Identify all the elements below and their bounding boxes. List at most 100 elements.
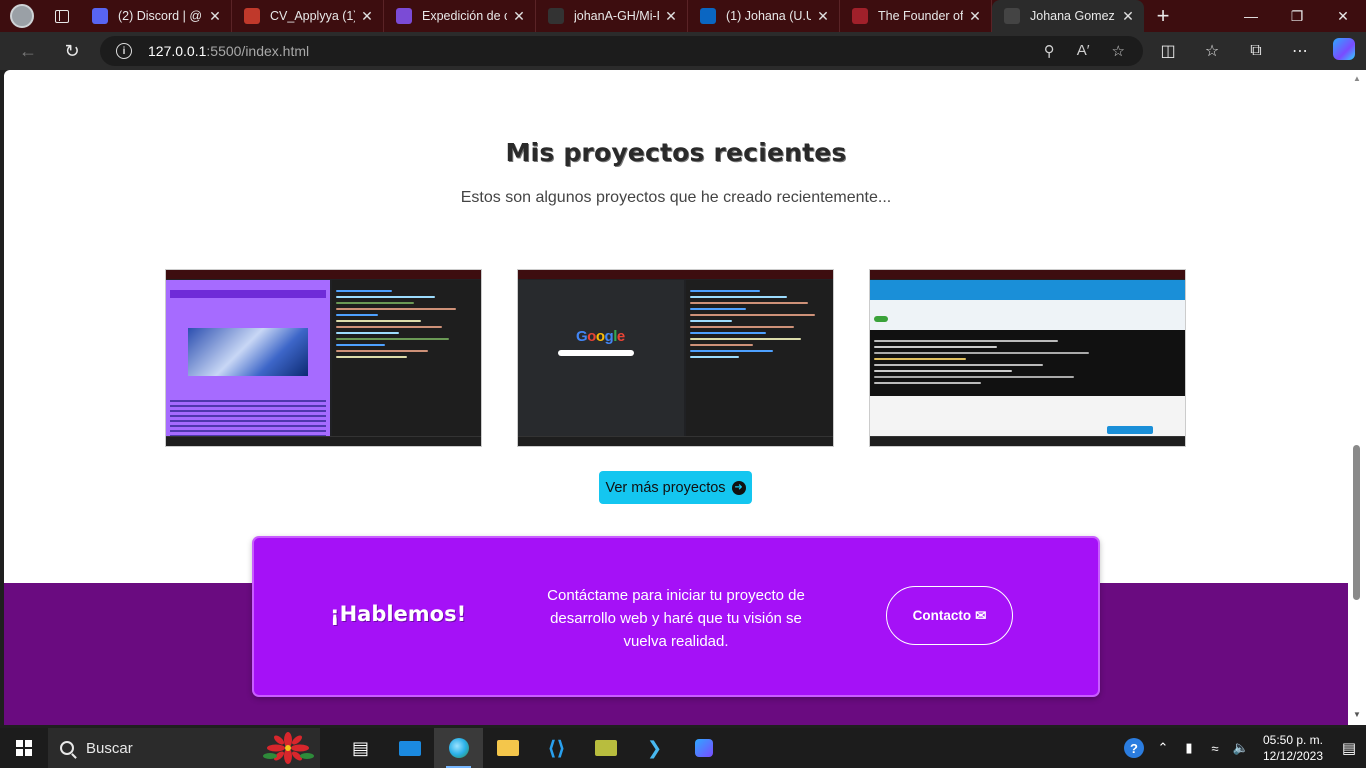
tab-title: (2) Discord | @B [118, 9, 203, 23]
help-icon[interactable]: ? [1124, 738, 1144, 758]
game-app-icon[interactable] [581, 728, 630, 768]
wifi-icon[interactable]: ≈ [1202, 741, 1228, 756]
browser-toolbar: ← ↻ i 127.0.0.1:5500/index.html ⚲ A′ ☆ ◫… [0, 32, 1366, 70]
copilot-taskbar-icon[interactable] [679, 728, 728, 768]
close-tab-icon[interactable]: ✕ [815, 8, 831, 25]
start-button[interactable] [0, 728, 48, 768]
browser-tab[interactable]: Johana Gomez ✕ [992, 0, 1144, 32]
tab-title: johanA-GH/Mi-F [574, 9, 659, 23]
vscode-icon[interactable]: ⟨⟩ [532, 728, 581, 768]
battery-icon[interactable]: ▮ [1176, 740, 1202, 756]
paizacloud-logo [1107, 426, 1153, 434]
new-tab-button[interactable]: + [1144, 0, 1182, 32]
more-menu-icon[interactable]: ⋯ [1278, 41, 1322, 61]
tab-title: Johana Gomez [1030, 9, 1115, 23]
notification-icon[interactable]: ▤ [1332, 739, 1366, 757]
file-explorer-icon[interactable] [483, 728, 532, 768]
globe-icon [1004, 8, 1020, 24]
tab-list: (2) Discord | @B✕CV_Applyya (1).p✕Expedi… [80, 0, 1144, 32]
avatar [10, 4, 34, 28]
restore-icon[interactable]: ❐ [1274, 0, 1320, 32]
system-tray: ? ⌃ ▮ ≈ 🔈 05:50 p. m. 12/12/2023 ▤ [1124, 728, 1366, 768]
close-tab-icon[interactable]: ✕ [207, 8, 223, 25]
browser-tab[interactable]: (1) Johana (U.U) ✕ [688, 0, 840, 32]
back-icon[interactable]: ← [8, 35, 48, 67]
collections-icon[interactable]: ⧉ [1234, 42, 1278, 60]
more-projects-label: Ver más proyectos [605, 479, 726, 496]
flutter-icon[interactable]: ❯ [630, 728, 679, 768]
browser-tab[interactable]: The Founder of D ✕ [840, 0, 992, 32]
tab-actions-icon [55, 9, 69, 23]
url-host: 127.0.0.1 [148, 43, 207, 59]
tab-title: (1) Johana (U.U) [726, 9, 811, 23]
search-box-preview [558, 350, 634, 356]
web-preview: Google [518, 280, 684, 436]
favorite-star-icon[interactable]: ☆ [1112, 42, 1125, 60]
address-bar[interactable]: i 127.0.0.1:5500/index.html ⚲ A′ ☆ [100, 36, 1143, 66]
code-editor [686, 280, 833, 436]
arrow-right-circle-icon: ➜ [731, 480, 746, 495]
discord-icon [92, 8, 108, 24]
browser-tab[interactable]: Expedición de co ✕ [384, 0, 536, 32]
pdf-icon [244, 8, 260, 24]
toolbar-right: ◫ ☆ ⧉ ⋯ [1146, 32, 1366, 70]
close-window-icon[interactable]: ✕ [1320, 0, 1366, 32]
address-bar-actions: ⚲ A′ ☆ [1044, 42, 1143, 60]
close-tab-icon[interactable]: ✕ [511, 8, 527, 25]
search-placeholder: Buscar [86, 739, 133, 757]
close-tab-icon[interactable]: ✕ [359, 8, 375, 25]
tab-actions-button[interactable] [44, 0, 80, 32]
tab-title: CV_Applyya (1).p [270, 9, 355, 23]
project-thumbnail-1[interactable] [165, 269, 482, 447]
zoom-icon[interactable]: ⚲ [1044, 42, 1055, 60]
window-controls: — ❐ ✕ [1228, 0, 1366, 32]
github-icon [548, 8, 564, 24]
scroll-down-icon[interactable]: ▼ [1353, 710, 1361, 719]
contact-button[interactable]: Contacto ✉ [886, 586, 1013, 645]
browser-tab[interactable]: (2) Discord | @B ✕ [80, 0, 232, 32]
windows-taskbar: Buscar ▤ ⟨⟩ ❯ ? ⌃ ▮ ≈ 🔈 05:50 p. m. 12/1… [0, 728, 1366, 768]
envelope-icon: ✉ [975, 607, 987, 623]
task-view-icon[interactable]: ▤ [336, 728, 385, 768]
clock-time: 05:50 p. m. [1262, 733, 1324, 747]
windows-logo-icon [16, 740, 32, 756]
linkedin-icon [700, 8, 716, 24]
more-projects-button[interactable]: Ver más proyectos ➜ [599, 471, 752, 504]
close-tab-icon[interactable]: ✕ [967, 8, 983, 25]
close-tab-icon[interactable]: ✕ [663, 8, 679, 25]
chevron-up-icon[interactable]: ⌃ [1150, 740, 1176, 756]
project-thumbnail-3[interactable] [869, 269, 1186, 447]
browser-tab[interactable]: johanA-GH/Mi-F ✕ [536, 0, 688, 32]
page-viewport: Mis proyectos recientes Estos son alguno… [4, 70, 1348, 725]
split-screen-icon[interactable]: ◫ [1146, 41, 1190, 61]
clock[interactable]: 05:50 p. m. 12/12/2023 [1254, 732, 1332, 764]
mail-icon[interactable] [385, 728, 434, 768]
scrollbar-thumb[interactable] [1353, 445, 1360, 600]
cta-text: Contáctame para iniciar tu proyecto de d… [547, 587, 805, 650]
cta-title: ¡Hablemos! [330, 602, 467, 626]
minimize-icon[interactable]: — [1228, 0, 1274, 32]
search-icon [60, 741, 74, 755]
page-scrollbar[interactable]: ▲ ▼ [1348, 70, 1366, 725]
profile-button[interactable] [0, 0, 44, 32]
poinsettia-icon [263, 732, 314, 764]
google-logo: Google [576, 328, 625, 345]
site-info-icon[interactable]: i [116, 43, 132, 59]
scroll-up-icon[interactable]: ▲ [1353, 74, 1361, 83]
volume-icon[interactable]: 🔈 [1228, 740, 1254, 756]
forms-icon [396, 8, 412, 24]
taskbar-search[interactable]: Buscar [48, 728, 320, 768]
code-editor [332, 280, 481, 436]
read-aloud-icon[interactable]: A′ [1077, 42, 1090, 60]
copilot-icon[interactable] [1322, 37, 1366, 65]
refresh-icon[interactable]: ↻ [52, 35, 92, 67]
site-icon [852, 8, 868, 24]
favorites-icon[interactable]: ☆ [1190, 41, 1234, 61]
tab-title: The Founder of D [878, 9, 963, 23]
contact-button-label: Contacto [912, 608, 972, 623]
close-tab-icon[interactable]: ✕ [1120, 8, 1136, 25]
url-path: :5500/index.html [206, 43, 310, 59]
edge-browser-icon[interactable] [434, 728, 483, 768]
browser-tab[interactable]: CV_Applyya (1).p ✕ [232, 0, 384, 32]
project-thumbnail-2[interactable]: Google [517, 269, 834, 447]
